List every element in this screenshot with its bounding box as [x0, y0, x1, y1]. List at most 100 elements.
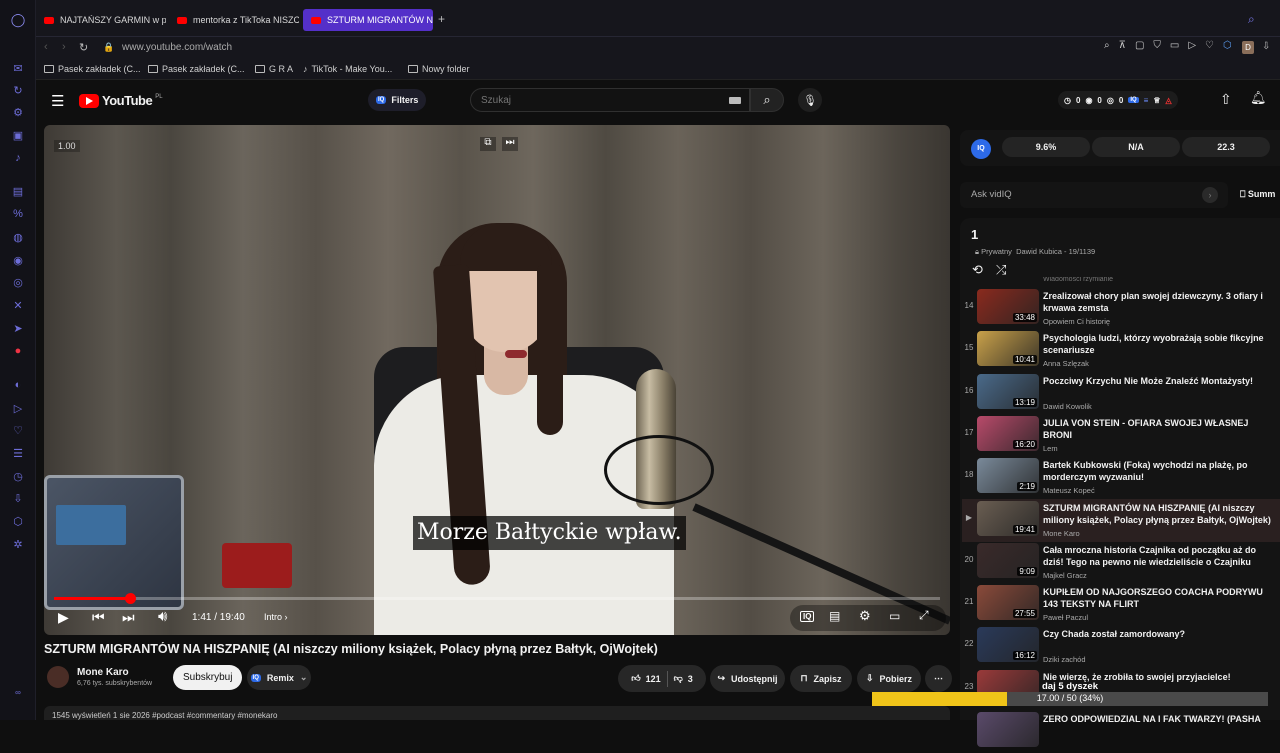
- zoom-icon[interactable]: ⌕: [1104, 40, 1110, 51]
- playlist-item[interactable]: 16 13:19 Poczciwy Krzychu Nie Może Znaleźć…: [962, 372, 1280, 415]
- playlist-item-thumbnail[interactable]: 9:09: [977, 543, 1039, 578]
- extensions-icon[interactable]: ⬡: [1223, 40, 1232, 51]
- playlist-item-title[interactable]: Cała mroczna historia Czajnika od począt…: [1043, 544, 1273, 568]
- url-field[interactable]: www.youtube.com/watch: [122, 42, 232, 53]
- playlist-item-thumbnail[interactable]: 33:48: [977, 289, 1039, 324]
- playlist-item-channel[interactable]: Anna Szlęzak: [1043, 359, 1089, 368]
- playlist-item-thumbnail[interactable]: 27:55: [977, 585, 1039, 620]
- captions-icon[interactable]: ▤: [829, 609, 840, 623]
- playlist-item-channel[interactable]: Opowiem Ci historię: [1043, 317, 1110, 326]
- playlist-item-title[interactable]: Poczciwy Krzychu Nie Może Znaleźć Montaż…: [1043, 375, 1273, 387]
- playlist-item-title[interactable]: Zrealizował chory plan swojej dziewczyny…: [1043, 290, 1273, 314]
- camera-icon[interactable]: ▭: [1170, 40, 1179, 51]
- dislike-button[interactable]: 👎︎ 3: [674, 673, 693, 684]
- save-button[interactable]: ⊓ Zapisz: [790, 665, 852, 692]
- tab-mentorka[interactable]: mentorka z TikToka NISZC: [169, 9, 299, 31]
- playlist-item-title[interactable]: Czy Chada został zamordowany?: [1043, 628, 1273, 640]
- summarize-button[interactable]: ⎕ Summ: [1240, 189, 1275, 200]
- profile-avatar[interactable]: D: [1242, 41, 1254, 54]
- opera-logo-icon[interactable]: ◯: [10, 12, 26, 28]
- image-icon[interactable]: ▣: [10, 127, 26, 143]
- fullscreen-icon[interactable]: ⤢: [919, 608, 929, 623]
- skip-icon[interactable]: ⏭: [502, 137, 518, 151]
- playlist-item[interactable]: ▶ 19:41 SZTURM MIGRANTÓW NA HISZPANIĘ (AI …: [962, 499, 1280, 542]
- playlist-item-thumbnail[interactable]: [977, 712, 1039, 747]
- bookmark-folder[interactable]: G R A: [255, 64, 293, 74]
- keyboard-icon[interactable]: [729, 97, 741, 104]
- bookmark-tiktok[interactable]: ♪ TikTok - Make You...: [303, 64, 392, 74]
- theater-mode-icon[interactable]: ▭: [889, 609, 900, 623]
- vidiq-player-icon[interactable]: IQ: [800, 611, 815, 622]
- forward-icon[interactable]: ›: [62, 41, 66, 53]
- settings-icon[interactable]: ⚙: [859, 608, 871, 624]
- playlist-item[interactable]: 21 27:55 KUPIŁEM OD NAJGORSZEGO COACHA POD…: [962, 583, 1280, 626]
- heart-icon[interactable]: ♡: [1205, 40, 1214, 51]
- youtube-logo[interactable]: YouTube PL: [79, 93, 163, 108]
- playlist-item-thumbnail[interactable]: 16:20: [977, 416, 1039, 451]
- playlist-item[interactable]: 17 16:20 JULIA VON STEIN - OFIARA SWOJEJ W…: [962, 414, 1280, 457]
- playlist-item[interactable]: 15 10:41 Psychologia ludzi, którzy wyobraż…: [962, 329, 1280, 372]
- playlist-item-title[interactable]: ZERO ODPOWIEDZIAL NA I FAK TWARZY! (PASH…: [1043, 713, 1273, 725]
- back-icon[interactable]: ‹: [44, 41, 48, 53]
- playlist-item[interactable]: 18 2:19 Bartek Kubkowski (Foka) wychodzi n…: [962, 456, 1280, 499]
- playlist-item-title[interactable]: Bartek Kubkowski (Foka) wychodzi na plaż…: [1043, 459, 1273, 483]
- remix-button[interactable]: IQ Remix ⌄: [247, 665, 311, 690]
- download-button[interactable]: ⇩ Pobierz: [857, 665, 921, 692]
- notifications-bell-icon[interactable]: 🔔︎: [1250, 90, 1267, 106]
- shield-icon[interactable]: ⛉: [1153, 40, 1161, 51]
- playlist-item[interactable]: ZERO ODPOWIEDZIAL NA I FAK TWARZY! (PASH…: [962, 710, 1280, 753]
- x-icon[interactable]: ✕: [10, 297, 26, 313]
- playlist-item-channel[interactable]: Dawid Kowolik: [1043, 402, 1092, 411]
- playlist-item-thumbnail[interactable]: 10:41: [977, 331, 1039, 366]
- playlist-item-title[interactable]: JULIA VON STEIN - OFIARA SWOJEJ WŁASNEJ …: [1043, 417, 1273, 441]
- tab-szturm[interactable]: SZTURM MIGRANTÓW NA: [303, 9, 433, 31]
- send-icon[interactable]: ›: [1202, 187, 1218, 203]
- channel-name[interactable]: Mone Karo: [77, 667, 129, 678]
- telegram-icon[interactable]: ➤: [10, 320, 26, 336]
- pin-icon[interactable]: ⊼: [1119, 40, 1126, 51]
- history-icon[interactable]: ◷: [10, 468, 26, 484]
- search-button[interactable]: ⌕: [750, 88, 784, 112]
- bookmark-folder[interactable]: Nowy folder: [408, 64, 470, 74]
- playlist-item-channel[interactable]: Majkel Gracz: [1043, 571, 1087, 580]
- list-icon[interactable]: ☰: [10, 445, 26, 461]
- playlist-item-channel[interactable]: Lem: [1043, 444, 1058, 453]
- playlist-item-title[interactable]: Psychologia ludzi, którzy wyobrażają sob…: [1043, 332, 1273, 356]
- description-box[interactable]: 1545 wyświetleń 1 sie 2026 #podcast #com…: [44, 706, 950, 720]
- refresh-icon[interactable]: ↻: [10, 82, 26, 98]
- seek-bar[interactable]: [54, 593, 940, 604]
- playlist-item-channel[interactable]: Paweł Paczul: [1043, 613, 1088, 622]
- playlist-item-title[interactable]: SZTURM MIGRANTÓW NA HISZPANIĘ (AI niszcz…: [1043, 502, 1273, 526]
- next-button[interactable]: ⏭: [122, 609, 135, 626]
- shuffle-icon[interactable]: ⤮: [996, 262, 1006, 278]
- mail-icon[interactable]: ✉: [10, 60, 26, 76]
- instagram-icon[interactable]: ◎: [10, 274, 26, 290]
- music-icon[interactable]: ♪: [10, 150, 26, 166]
- chapter-button[interactable]: Intro ›: [264, 612, 288, 622]
- volume-button[interactable]: 🔊︎: [158, 608, 167, 625]
- notification-badge-icon[interactable]: ●: [10, 343, 26, 359]
- spotify-icon[interactable]: ◐: [10, 377, 26, 393]
- playlist-item-thumbnail[interactable]: 19:41: [977, 501, 1039, 536]
- messenger-icon[interactable]: ◍: [10, 229, 26, 245]
- playlist-item-channel[interactable]: Mone Karo: [1043, 529, 1080, 538]
- tab-garmin[interactable]: NAJTAŃSZY GARMIN w pr: [36, 9, 166, 31]
- reload-icon[interactable]: ↻: [79, 41, 88, 54]
- share-button[interactable]: ↪ Udostępnij: [710, 665, 785, 692]
- playlist-item-channel[interactable]: Mateusz Kopeć: [1043, 486, 1095, 495]
- search-box[interactable]: [470, 88, 750, 112]
- play-icon[interactable]: ▷: [1188, 40, 1196, 51]
- download-icon[interactable]: ⇩: [1262, 41, 1270, 52]
- vidiq-filters-button[interactable]: IQ Filters: [368, 89, 427, 111]
- loop-icon[interactable]: ⟲: [972, 262, 983, 278]
- subscribe-button[interactable]: Subskrybuj: [173, 665, 243, 690]
- video-player[interactable]: 1.00 ⧉ ⏭ Morze Bałtyckie wpław. ▶ ⏮ ⏭ 🔊︎…: [44, 125, 950, 635]
- menu-icon[interactable]: ☰: [51, 92, 64, 110]
- playlist-item[interactable]: 20 9:09 Cała mroczna historia Czajnika od …: [962, 541, 1280, 584]
- previous-button[interactable]: ⏮: [92, 609, 105, 626]
- search-tabs-icon[interactable]: ⌕: [1248, 12, 1255, 27]
- play-button[interactable]: ▶: [58, 609, 69, 626]
- more-icon[interactable]: ∞: [10, 684, 26, 700]
- twitch-icon[interactable]: ▤: [10, 183, 26, 199]
- like-button[interactable]: 👍︎ 121: [631, 673, 660, 684]
